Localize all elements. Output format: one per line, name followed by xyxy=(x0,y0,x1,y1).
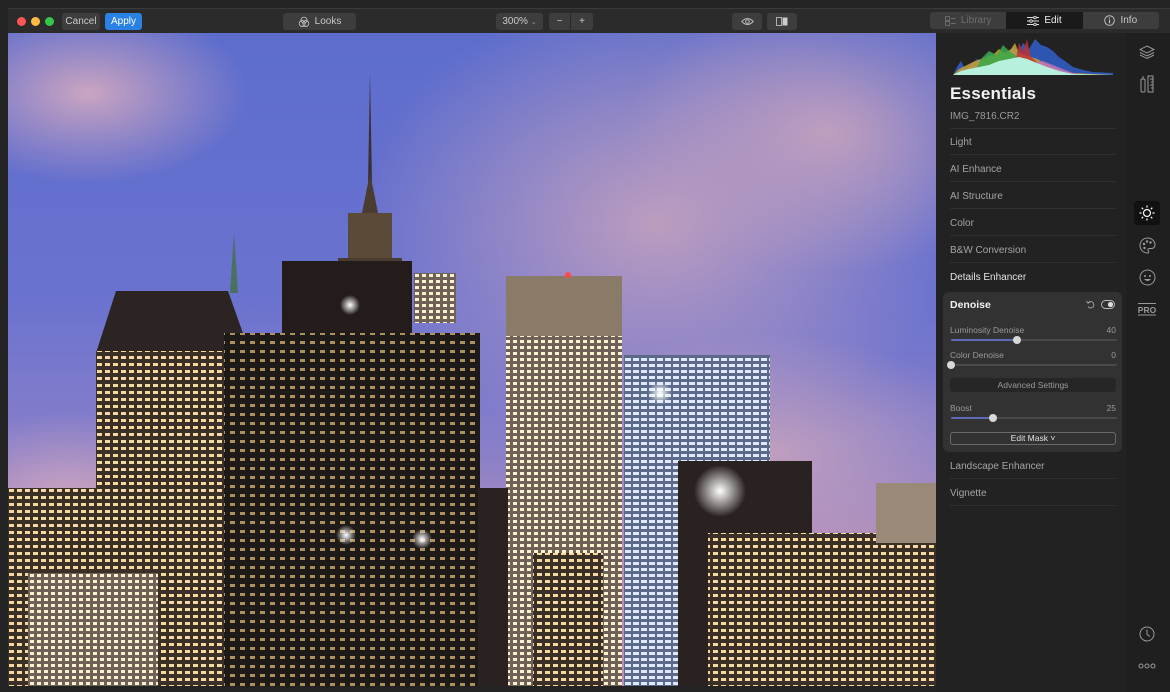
boost-slider[interactable] xyxy=(951,414,1117,422)
color-denoise-label: Color Denoise xyxy=(950,350,1004,360)
zoom-level-value: 300% xyxy=(502,16,528,27)
history-button[interactable] xyxy=(1134,622,1160,646)
divider xyxy=(950,128,1116,129)
portrait-face-icon xyxy=(1139,269,1155,285)
looks-button[interactable]: Looks xyxy=(283,13,356,30)
slider-fill xyxy=(951,417,993,419)
boost-value: 25 xyxy=(1106,403,1116,413)
presets-button[interactable] xyxy=(1134,72,1160,96)
essentials-sun-icon xyxy=(1139,205,1155,221)
eye-icon xyxy=(740,18,754,25)
tab-edit[interactable]: Edit xyxy=(1006,12,1083,29)
library-icon xyxy=(944,15,956,26)
reset-icon[interactable] xyxy=(1086,300,1095,309)
divider xyxy=(950,478,1116,479)
tab-library[interactable]: Library xyxy=(930,12,1006,29)
tab-info[interactable]: Info xyxy=(1083,12,1159,29)
photo-canvas[interactable] xyxy=(8,33,936,686)
divider xyxy=(950,208,1116,209)
pro-button[interactable]: PRO xyxy=(1134,297,1160,321)
section-color[interactable]: Color xyxy=(950,218,1116,229)
divider xyxy=(950,154,1116,155)
cancel-button[interactable]: Cancel xyxy=(62,13,100,30)
divider xyxy=(950,262,1116,263)
denoise-title: Denoise xyxy=(950,299,991,311)
histogram xyxy=(953,39,1113,75)
tab-library-label: Library xyxy=(960,15,992,26)
portrait-button[interactable] xyxy=(1134,265,1160,289)
slider-fill xyxy=(951,339,1018,341)
luminosity-denoise-slider[interactable] xyxy=(951,336,1117,344)
info-icon xyxy=(1104,15,1116,26)
section-vignette[interactable]: Vignette xyxy=(950,488,1116,499)
layers-icon xyxy=(1139,45,1155,60)
file-name: IMG_7816.CR2 xyxy=(950,111,1020,122)
more-button[interactable] xyxy=(1134,654,1160,678)
zoom-level-dropdown[interactable]: 300% ⌄ xyxy=(496,13,543,30)
maximize-window-button[interactable] xyxy=(45,17,54,26)
section-details-enhancer[interactable]: Details Enhancer xyxy=(950,272,1116,283)
slider-handle[interactable] xyxy=(947,361,955,369)
creative-palette-icon xyxy=(1139,236,1156,254)
city-skyline-photo xyxy=(8,33,936,686)
panel-title: Essentials xyxy=(950,84,1037,103)
tab-edit-label: Edit xyxy=(1044,15,1062,26)
more-icon xyxy=(1138,663,1156,669)
preview-button[interactable] xyxy=(732,13,762,30)
divider xyxy=(950,505,1116,506)
tab-info-label: Info xyxy=(1120,15,1138,26)
history-clock-icon xyxy=(1139,626,1155,642)
looks-icon xyxy=(298,16,309,27)
section-ai-enhance[interactable]: AI Enhance xyxy=(950,164,1116,175)
looks-label: Looks xyxy=(314,16,342,27)
pro-icon: PRO xyxy=(1138,303,1157,316)
advanced-settings-button[interactable]: Advanced Settings xyxy=(950,378,1116,392)
section-landscape-enhancer[interactable]: Landscape Enhancer xyxy=(950,461,1116,472)
section-ai-structure[interactable]: AI Structure xyxy=(950,191,1116,202)
slider-handle[interactable] xyxy=(1013,336,1022,344)
pro-label: PRO xyxy=(1138,305,1157,315)
tool-rail: PRO xyxy=(1126,33,1170,692)
zoom-in-button[interactable]: + xyxy=(571,13,593,30)
presets-icon xyxy=(1140,75,1154,93)
essentials-button[interactable] xyxy=(1134,201,1160,225)
divider xyxy=(950,181,1116,182)
close-window-button[interactable] xyxy=(17,17,26,26)
sliders-icon xyxy=(1027,15,1040,26)
apply-button[interactable]: Apply xyxy=(105,13,142,30)
compare-button[interactable] xyxy=(767,13,797,30)
color-denoise-value: 0 xyxy=(1111,350,1116,360)
app-window: Cancel Apply Looks 300% ⌄ − + Library Ed… xyxy=(0,0,1170,692)
mode-tabs: Library Edit Info xyxy=(930,12,1159,29)
toggle-visibility-switch[interactable] xyxy=(1101,300,1115,309)
edit-mask-button[interactable]: Edit Mask ˅ xyxy=(950,432,1116,445)
section-bw-conversion[interactable]: B&W Conversion xyxy=(950,245,1116,256)
divider xyxy=(950,235,1116,236)
denoise-card: Denoise Luminosity Denoise 40 Color Deno… xyxy=(943,292,1122,452)
boost-label: Boost xyxy=(950,403,972,413)
layers-button[interactable] xyxy=(1134,40,1160,64)
zoom-out-button[interactable]: − xyxy=(549,13,571,30)
zoom-controls: − + xyxy=(549,13,593,30)
section-light[interactable]: Light xyxy=(950,137,1116,148)
compare-icon xyxy=(776,17,788,26)
chevron-down-icon: ⌄ xyxy=(530,19,537,26)
color-denoise-slider[interactable] xyxy=(947,361,1117,369)
slider-handle[interactable] xyxy=(988,414,997,422)
creative-button[interactable] xyxy=(1134,233,1160,257)
luminosity-denoise-label: Luminosity Denoise xyxy=(950,325,1025,335)
minimize-window-button[interactable] xyxy=(31,17,40,26)
luminosity-denoise-value: 40 xyxy=(1106,325,1116,335)
